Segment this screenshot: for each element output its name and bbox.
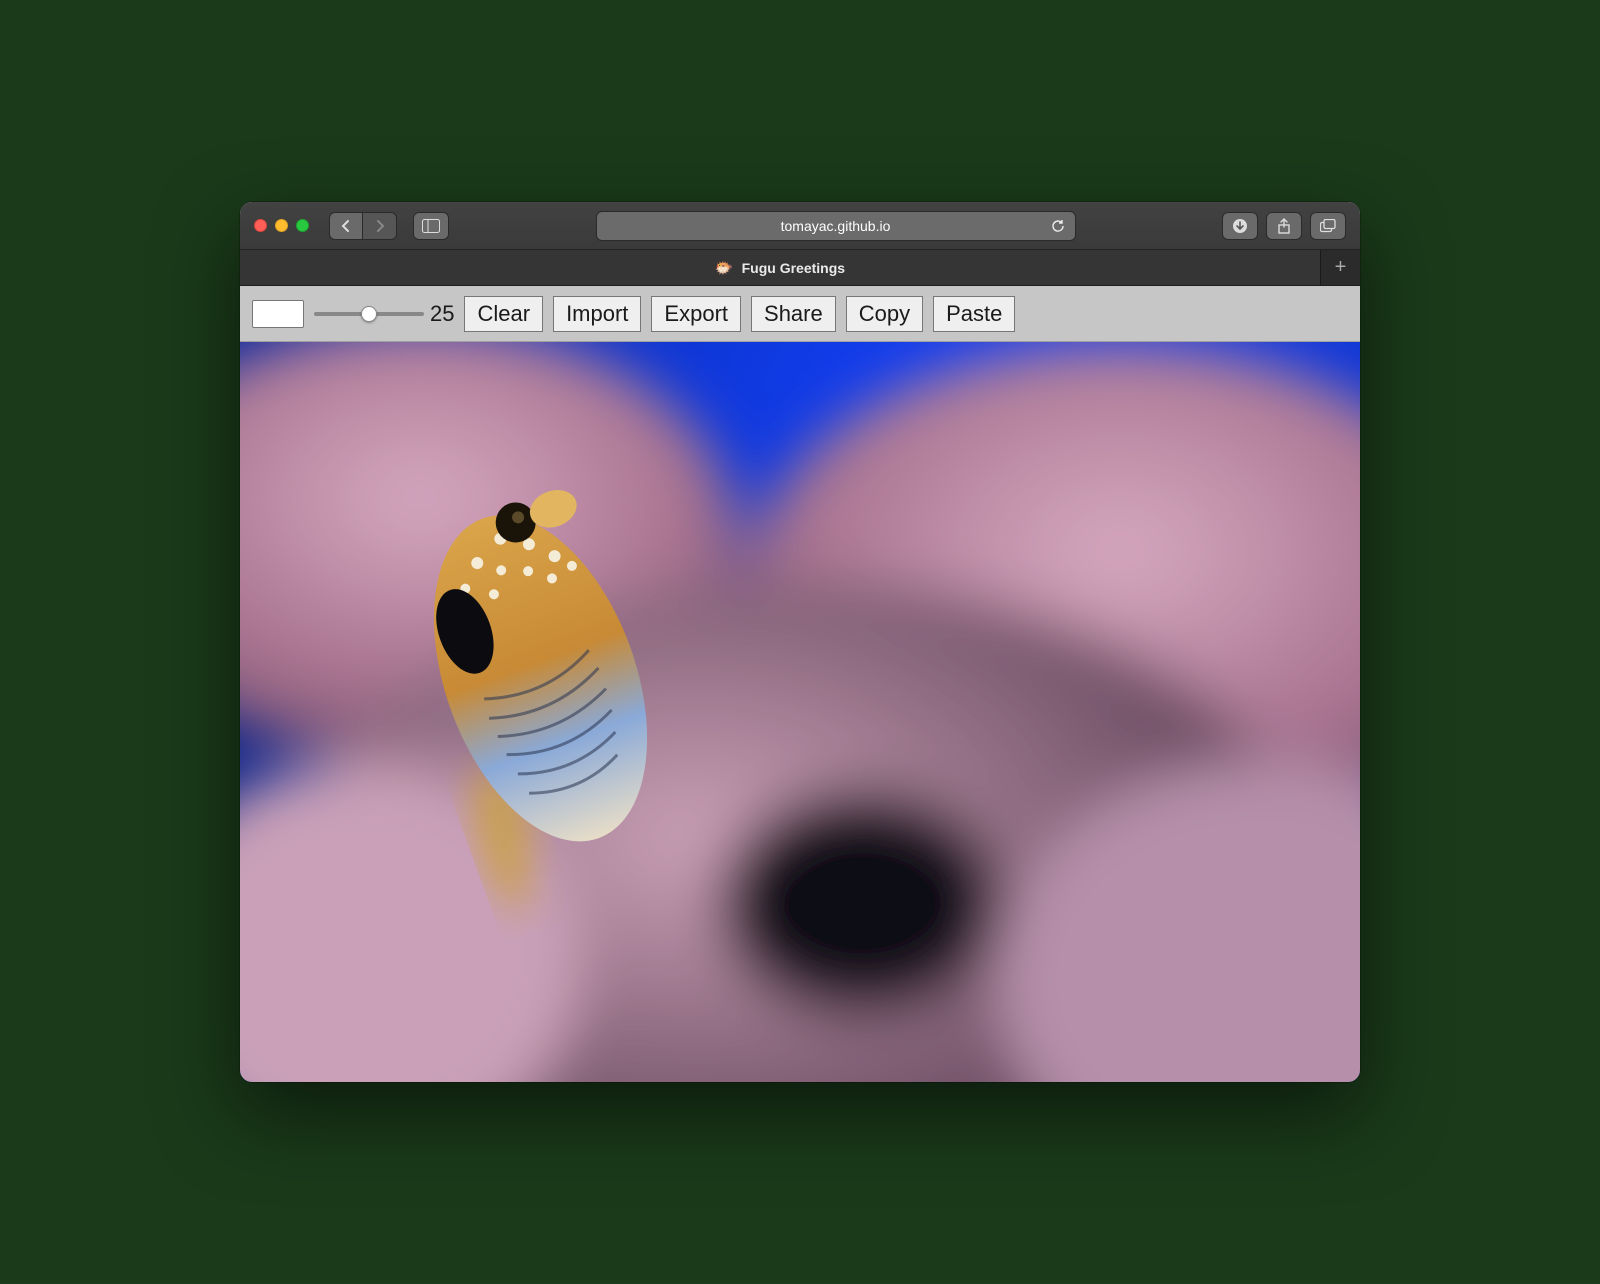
- back-button[interactable]: [329, 212, 363, 240]
- tabs-icon: [1320, 219, 1336, 233]
- slider-thumb[interactable]: [361, 306, 377, 322]
- new-tab-button[interactable]: +: [1320, 250, 1360, 285]
- sidebar-icon: [422, 219, 440, 233]
- share-page-button[interactable]: Share: [751, 296, 836, 332]
- tabs-overview-button[interactable]: [1310, 212, 1346, 240]
- window-controls: [254, 219, 309, 232]
- navigation-buttons: [329, 212, 397, 240]
- share-button[interactable]: [1266, 212, 1302, 240]
- plus-icon: +: [1335, 256, 1347, 279]
- download-icon: [1232, 218, 1248, 234]
- share-icon: [1277, 218, 1291, 234]
- url-text: tomayac.github.io: [781, 218, 891, 234]
- close-window-button[interactable]: [254, 219, 267, 232]
- tab-favicon-icon: 🐡: [715, 259, 734, 277]
- fullscreen-window-button[interactable]: [296, 219, 309, 232]
- chevron-right-icon: [374, 219, 386, 233]
- address-bar[interactable]: tomayac.github.io: [596, 211, 1076, 241]
- paste-button[interactable]: Paste: [933, 296, 1015, 332]
- export-button[interactable]: Export: [651, 296, 741, 332]
- canvas-image: [240, 342, 1360, 1082]
- reload-button[interactable]: [1051, 219, 1065, 233]
- forward-button[interactable]: [363, 212, 397, 240]
- brush-size-slider[interactable]: [314, 312, 424, 316]
- tab-title: Fugu Greetings: [742, 260, 845, 276]
- chevron-left-icon: [340, 219, 352, 233]
- minimize-window-button[interactable]: [275, 219, 288, 232]
- browser-window: tomayac.github.io: [240, 202, 1360, 1082]
- app-toolbar: 25 Clear Import Export Share Copy Paste: [240, 286, 1360, 342]
- titlebar: tomayac.github.io: [240, 202, 1360, 250]
- downloads-button[interactable]: [1222, 212, 1258, 240]
- brush-size-control: 25: [314, 301, 454, 327]
- brush-size-value: 25: [430, 301, 454, 327]
- tab-fugu-greetings[interactable]: 🐡 Fugu Greetings: [240, 250, 1320, 285]
- copy-button[interactable]: Copy: [846, 296, 923, 332]
- tab-bar: 🐡 Fugu Greetings +: [240, 250, 1360, 286]
- color-swatch[interactable]: [252, 300, 304, 328]
- titlebar-right-buttons: [1222, 212, 1346, 240]
- clear-button[interactable]: Clear: [464, 296, 543, 332]
- import-button[interactable]: Import: [553, 296, 641, 332]
- canvas-area[interactable]: [240, 342, 1360, 1082]
- sidebar-toggle-button[interactable]: [413, 212, 449, 240]
- reload-icon: [1051, 219, 1065, 233]
